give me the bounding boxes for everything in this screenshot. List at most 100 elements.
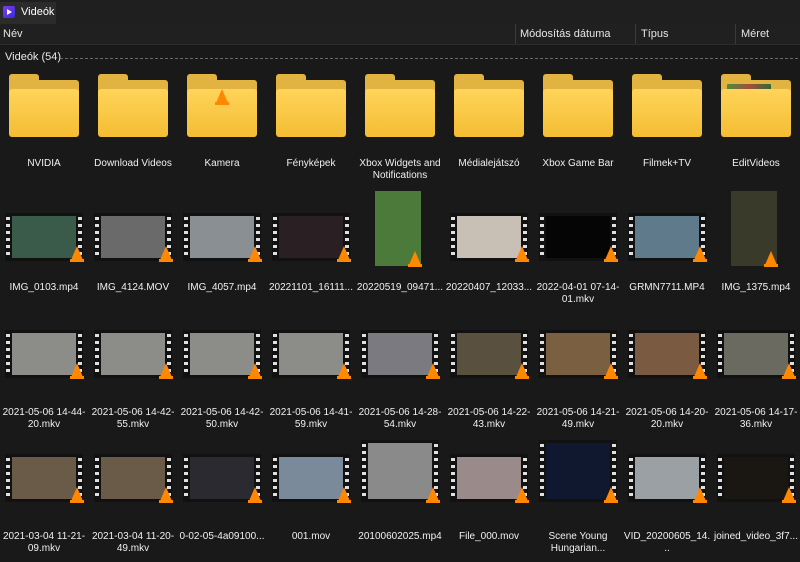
column-divider[interactable]	[735, 24, 736, 44]
folder-tab	[98, 74, 128, 84]
video-file-item[interactable]: 2021-05-06 14-22-43.mkv	[445, 316, 533, 438]
column-type[interactable]: Típus	[641, 28, 669, 40]
video-file-item[interactable]: 2021-05-06 14-42-55.mkv	[89, 316, 177, 438]
video-file-item[interactable]: 2021-05-06 14-17-36.mkv	[712, 316, 800, 438]
video-thumbnail	[178, 316, 266, 402]
video-file-item[interactable]: GRMN7711.MP4	[623, 191, 711, 313]
video-thumbnail	[445, 440, 533, 526]
video-file-item[interactable]: 2021-03-04 11-20-49.mkv	[89, 440, 177, 562]
film-perforation	[540, 332, 544, 376]
film-perforation	[273, 456, 277, 500]
video-preview-image	[724, 457, 788, 499]
file-label: 2021-05-06 14-44-20.mkv	[2, 407, 86, 430]
video-file-item[interactable]: IMG_0103.mp4	[0, 191, 88, 313]
video-file-item[interactable]: 2021-05-06 14-42-50.mkv	[178, 316, 266, 438]
film-perforation	[629, 456, 633, 500]
film-perforation	[540, 442, 544, 500]
file-label: IMG_0103.mp4	[9, 282, 79, 293]
column-divider[interactable]	[635, 24, 636, 44]
folder-label: NVIDIA	[27, 158, 61, 169]
video-preview-image	[457, 216, 521, 258]
column-date-modified[interactable]: Módosítás dátuma	[520, 28, 611, 40]
file-label: IMG_4057.mp4	[187, 282, 257, 293]
folder-label: Download Videos	[94, 158, 172, 169]
video-file-item[interactable]: IMG_4057.mp4	[178, 191, 266, 313]
video-file-item[interactable]: Scene Young Hungarian...	[534, 440, 622, 562]
video-thumbnail	[445, 316, 533, 402]
folder-item[interactable]: Xbox Game Bar	[534, 67, 622, 189]
folder-tab	[187, 74, 217, 84]
vlc-cone-icon	[159, 363, 173, 379]
folder-item[interactable]: EditVideos	[712, 67, 800, 189]
video-app-icon	[3, 6, 15, 18]
video-file-item[interactable]: 0-02-05-4a09100...	[178, 440, 266, 562]
film-perforation	[540, 215, 544, 259]
video-file-item[interactable]: 2021-05-06 14-20-20.mkv	[623, 316, 711, 438]
column-header: Név Módosítás dátuma Típus Méret	[0, 24, 800, 45]
video-preview-image	[279, 216, 343, 258]
film-perforation	[718, 456, 722, 500]
video-preview-image	[635, 457, 699, 499]
file-label: 20220519_09471...	[356, 282, 444, 293]
video-thumbnail	[178, 191, 266, 277]
folder-item[interactable]: Fényképek	[267, 67, 355, 189]
film-perforation	[6, 332, 10, 376]
folder-icon	[454, 89, 524, 137]
video-file-item[interactable]: 2021-05-06 14-28-54.mkv	[356, 316, 444, 438]
folder-tab	[9, 74, 39, 84]
file-label: 20220407_12033...	[445, 282, 533, 293]
folder-item[interactable]: Filmek+TV	[623, 67, 711, 189]
file-label: IMG_1375.mp4	[721, 282, 791, 293]
file-label: 2021-05-06 14-28-54.mkv	[358, 407, 442, 430]
file-label: 2021-03-04 11-20-49.mkv	[91, 531, 175, 554]
film-perforation	[718, 332, 722, 376]
file-label: 2022-04-01 07-14-01.mkv	[536, 282, 620, 305]
vlc-cone-icon	[693, 246, 707, 262]
video-file-item[interactable]: File_000.mov	[445, 440, 533, 562]
video-preview-image	[101, 333, 165, 375]
video-file-item[interactable]: 20220407_12033...	[445, 191, 533, 313]
folder-item[interactable]: Kamera	[178, 67, 266, 189]
video-file-item[interactable]: 2021-03-04 11-21-09.mkv	[0, 440, 88, 562]
video-file-item[interactable]: IMG_1375.mp4	[712, 191, 800, 313]
video-preview-image	[457, 457, 521, 499]
video-thumbnail	[445, 191, 533, 277]
folder-tab	[454, 74, 484, 84]
folder-icon	[276, 89, 346, 137]
vlc-cone-icon	[159, 487, 173, 503]
video-preview-image	[190, 216, 254, 258]
vlc-cone-icon	[248, 363, 262, 379]
group-header[interactable]: Videók (54)	[0, 50, 800, 64]
video-file-item[interactable]: 2022-04-01 07-14-01.mkv	[534, 191, 622, 313]
video-file-item[interactable]: 2021-05-06 14-21-49.mkv	[534, 316, 622, 438]
vlc-cone-icon	[693, 487, 707, 503]
folder-icon	[365, 89, 435, 137]
folder-icon	[721, 89, 791, 137]
video-file-item[interactable]: IMG_4124.MOV	[89, 191, 177, 313]
video-file-item[interactable]: 20221101_16111...	[267, 191, 355, 313]
folder-thumbnail	[534, 67, 622, 153]
column-size[interactable]: Méret	[741, 28, 769, 40]
video-file-item[interactable]: 2021-05-06 14-44-20.mkv	[0, 316, 88, 438]
video-thumbnail	[267, 440, 355, 526]
video-preview-image	[190, 457, 254, 499]
video-file-item[interactable]: VID_20200605_14...	[623, 440, 711, 562]
folder-item[interactable]: Xbox Widgets and Notifications	[356, 67, 444, 189]
video-file-item[interactable]: 20220519_09471...	[356, 191, 444, 313]
vlc-cone-icon	[70, 246, 84, 262]
vlc-cone-icon	[764, 251, 778, 267]
file-label: GRMN7711.MP4	[629, 282, 705, 293]
folder-thumbnail	[89, 67, 177, 153]
folder-item[interactable]: Médialejátszó	[445, 67, 533, 189]
video-thumbnail	[534, 316, 622, 402]
video-preview-image	[635, 216, 699, 258]
video-file-item[interactable]: 20100602025.mp4	[356, 440, 444, 562]
column-name[interactable]: Név	[3, 28, 23, 40]
folder-item[interactable]: NVIDIA	[0, 67, 88, 189]
file-label: 2021-05-06 14-41-59.mkv	[269, 407, 353, 430]
video-file-item[interactable]: 001.mov	[267, 440, 355, 562]
video-file-item[interactable]: joined_video_3f7...	[712, 440, 800, 562]
video-file-item[interactable]: 2021-05-06 14-41-59.mkv	[267, 316, 355, 438]
folder-item[interactable]: Download Videos	[89, 67, 177, 189]
column-divider[interactable]	[515, 24, 516, 44]
